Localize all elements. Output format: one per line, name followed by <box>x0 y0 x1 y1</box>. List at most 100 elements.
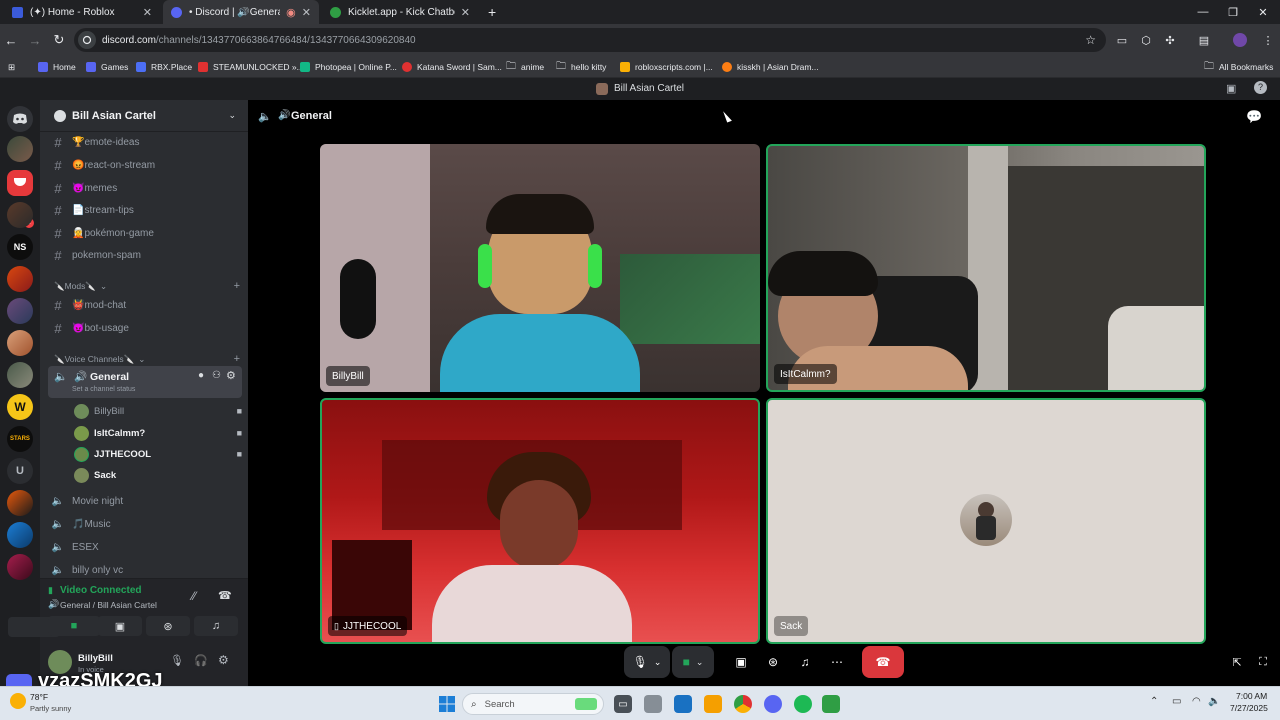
channel-react-on-stream[interactable]: # 😡 react-on-stream <box>50 155 242 175</box>
bookmark-kisskh[interactable]: kisskh | Asian Dram... <box>722 56 819 78</box>
apps-icon[interactable]: ⊞ <box>8 56 15 78</box>
server-icon[interactable] <box>7 554 33 580</box>
category-voice-channels[interactable]: 🔪 Voice Channels 🔪 ⌄ + <box>54 353 240 365</box>
connection-location[interactable]: General / Bill Asian Cartel <box>60 600 157 610</box>
all-bookmarks[interactable]: 🗀 All Bookmarks <box>1204 56 1273 78</box>
voice-user-isitcalmm[interactable]: IsItCalmm? ■ <box>74 423 242 443</box>
app-icon[interactable] <box>822 695 840 713</box>
wifi-icon[interactable]: ◠ <box>1192 696 1201 707</box>
close-window-icon[interactable]: ✕ <box>1246 0 1280 24</box>
server-icon[interactable] <box>7 298 33 324</box>
activities-button[interactable]: ⊛ <box>146 616 190 636</box>
soundboard-button[interactable]: ♫ <box>194 616 238 636</box>
server-icon[interactable]: NS <box>7 234 33 260</box>
server-icon[interactable]: U <box>7 458 33 484</box>
discord-app-icon[interactable] <box>764 695 782 713</box>
bookmark-steamunlocked[interactable]: STEAMUNLOCKED »... <box>198 56 304 78</box>
channel-bot-usage[interactable]: # 😈 bot-usage <box>50 318 242 338</box>
server-icon[interactable] <box>7 202 33 228</box>
close-tab-icon[interactable]: ✕ <box>143 6 152 19</box>
server-icon[interactable] <box>7 490 33 516</box>
voice-user-billybill[interactable]: BillyBill ■ <box>74 401 242 421</box>
add-channel-icon[interactable]: + <box>234 353 240 365</box>
reload-icon[interactable]: ↻ <box>50 31 68 49</box>
discord-home-icon[interactable] <box>7 106 33 132</box>
back-icon[interactable]: ← <box>2 31 20 49</box>
server-icon[interactable] <box>7 136 33 162</box>
soundboard-button[interactable]: ♫ <box>790 646 820 678</box>
camera-button[interactable]: ■ ⌄ <box>672 646 714 678</box>
bookmark-katana[interactable]: Katana Sword | Sam... <box>402 56 502 78</box>
chrome-icon[interactable] <box>734 695 752 713</box>
leave-call-button[interactable]: ☎ <box>862 646 904 678</box>
help-icon[interactable]: ? <box>1254 81 1267 94</box>
channel-memes[interactable]: # 😈 memes <box>50 178 242 198</box>
category-mods[interactable]: 🔪 Mods 🔪 ⌄ + <box>54 280 240 292</box>
server-icon[interactable]: W <box>7 394 33 420</box>
voice-channel-music[interactable]: 🔈 🎵 Music <box>50 514 242 534</box>
extension-icon[interactable]: ⬡ <box>1138 32 1154 48</box>
channel-emote-ideas[interactable]: # 🏆 emote-ideas <box>50 132 242 152</box>
user-settings-icon[interactable]: ⚙ <box>218 653 229 667</box>
server-icon[interactable]: STARS <box>7 426 33 452</box>
voice-channel-billy-only-vc[interactable]: 🔈 billy only vc <box>50 560 242 580</box>
bookmark-photopea[interactable]: Photopea | Online P... <box>300 56 397 78</box>
profile-avatar[interactable] <box>1232 32 1248 48</box>
bookmark-star-icon[interactable]: ☆ <box>1085 33 1096 47</box>
chevron-down-icon[interactable]: ⌄ <box>696 657 704 668</box>
task-view-icon[interactable]: ▭ <box>614 695 632 713</box>
bookmark-rbxplace[interactable]: RBX.Place <box>136 56 192 78</box>
mute-button[interactable]: 🎙 ⌄ <box>624 646 670 678</box>
close-tab-icon[interactable]: ✕ <box>461 6 470 19</box>
app-icon[interactable] <box>644 695 662 713</box>
channel-pokemon-game[interactable]: # 🧝 pokémon-game <box>50 223 242 243</box>
close-tab-icon[interactable]: ✕ <box>302 6 311 19</box>
signal-icon[interactable]: ▮ <box>48 585 53 596</box>
pop-out-icon[interactable]: ⇱ <box>1226 646 1248 678</box>
screen-share-button[interactable]: ▣ <box>726 646 756 678</box>
camera-toggle-button[interactable]: ■ <box>48 616 100 636</box>
bookmark-robloxscripts[interactable]: robloxscripts.com |... <box>620 56 713 78</box>
tab-kicklet[interactable]: Kicklet.app - Kick Chatbot and C ✕ <box>322 0 478 24</box>
restore-icon[interactable]: ❐ <box>1216 0 1250 24</box>
language-icon[interactable]: ▭ <box>1172 696 1181 707</box>
more-options-icon[interactable]: ⋯ <box>822 646 852 678</box>
server-icon[interactable] <box>7 522 33 548</box>
add-channel-icon[interactable]: + <box>234 280 240 292</box>
screen-share-button[interactable]: ▣ <box>98 616 142 636</box>
site-info-icon[interactable] <box>78 31 96 49</box>
headphones-icon[interactable]: 🎧 <box>194 654 208 667</box>
bookmark-folder-hello-kitty[interactable]: 🗀 hello kitty <box>556 56 606 78</box>
voice-channel-esex[interactable]: 🔈 ESEX <box>50 537 242 557</box>
windows-start-icon[interactable] <box>438 695 456 713</box>
file-explorer-icon[interactable] <box>704 695 722 713</box>
taskbar-search[interactable]: ⌕ Search <box>462 693 604 715</box>
voice-user-jjthecool[interactable]: JJTHECOOL ■ <box>74 444 242 464</box>
video-tile-sack[interactable]: Sack <box>766 398 1206 644</box>
fullscreen-icon[interactable]: ⛶ <box>1252 646 1274 678</box>
server-header[interactable]: Bill Asian Cartel ⌄ <box>40 100 248 132</box>
channel-status-hint[interactable]: Set a channel status <box>72 386 135 393</box>
volume-icon[interactable]: 🔈 <box>1208 696 1220 707</box>
chevron-up-icon[interactable]: ⌃ <box>1150 696 1158 707</box>
channel-stream-tips[interactable]: # 📄 stream-tips <box>50 200 242 220</box>
spotify-icon[interactable] <box>794 695 812 713</box>
bookmark-folder-anime[interactable]: 🗀 anime <box>506 56 544 78</box>
app-icon[interactable] <box>674 695 692 713</box>
cast-icon[interactable]: ▭ <box>1114 32 1130 48</box>
chevron-down-icon[interactable]: ⌄ <box>654 657 662 668</box>
new-tab-button[interactable]: + <box>480 0 502 24</box>
clock-date[interactable]: 7/27/2025 <box>1230 703 1268 713</box>
weather-icon[interactable] <box>10 693 26 709</box>
server-icon[interactable] <box>7 266 33 292</box>
voice-channel-movie-night[interactable]: 🔈 Movie night <box>50 491 242 511</box>
tab-discord[interactable]: • Discord | 🔊General | Bill ◉ ✕ <box>163 0 319 24</box>
video-tile-billybill[interactable]: BillyBill <box>320 144 760 392</box>
bookmark-home[interactable]: Home <box>38 56 76 78</box>
server-icon[interactable] <box>7 362 33 388</box>
microphone-icon[interactable]: 🎙 <box>170 654 184 667</box>
channel-pokemon-spam[interactable]: # pokemon-spam <box>50 245 242 265</box>
disconnect-icon[interactable]: ☎ <box>218 589 232 602</box>
address-bar[interactable]: discord.com/channels/1343770663864766484… <box>74 28 1106 52</box>
server-icon[interactable] <box>7 330 33 356</box>
